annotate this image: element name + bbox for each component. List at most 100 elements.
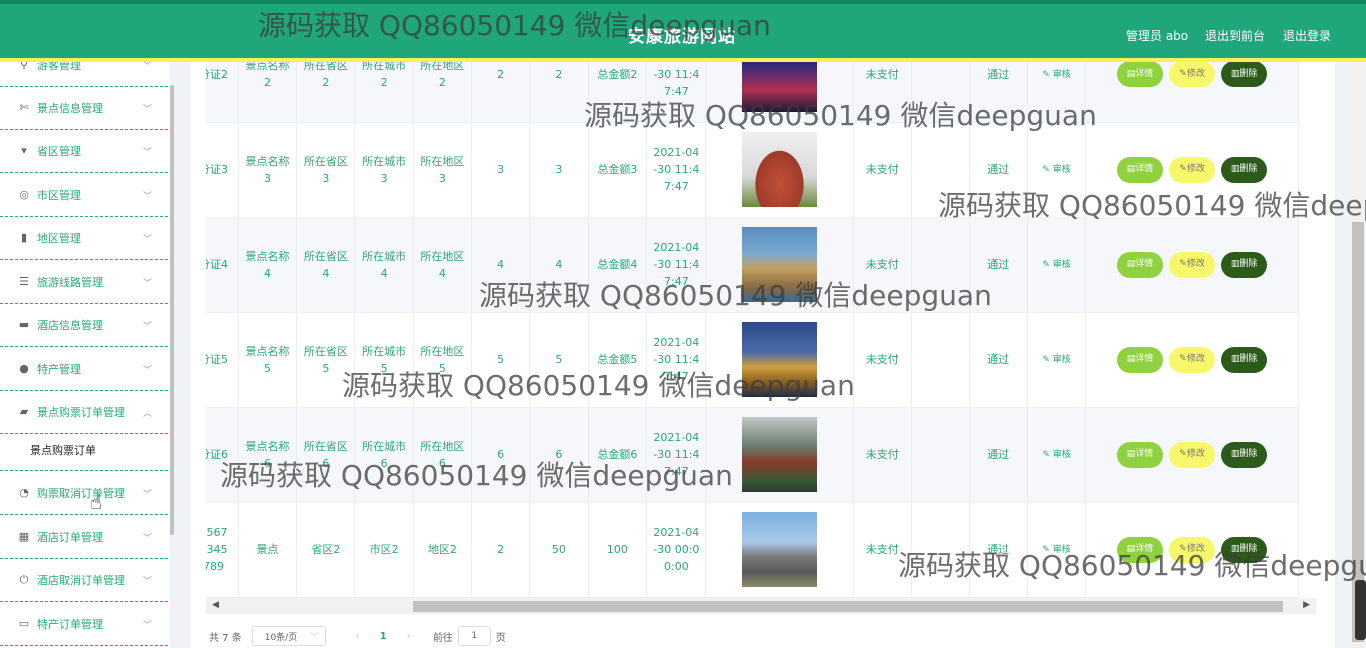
cell-status: 通过 — [969, 217, 1028, 313]
sidebar-item-hotel-info[interactable]: ▬ 酒店信息管理 ﹀ — [0, 304, 168, 347]
cell-area: 所在地区 4 — [413, 217, 473, 313]
prev-page-icon[interactable]: ‹ — [356, 631, 360, 642]
scenic-thumbnail[interactable] — [742, 132, 817, 207]
audit-label: 审核 — [1052, 545, 1071, 555]
ticket-icon: ✄ — [19, 101, 29, 114]
goto-page-input[interactable]: 1 — [457, 626, 491, 646]
table-row: 分证5景点名称 5所在省区 5所在城市 5所在地区 555总金额52021-04… — [206, 312, 1299, 408]
cell-audit: ✎ 审核 — [1027, 407, 1087, 503]
edit-pen-icon: ✎ — [1042, 450, 1053, 460]
audit-button[interactable]: ✎ 审核 — [1042, 70, 1070, 80]
audit-button[interactable]: ✎ 审核 — [1042, 165, 1070, 175]
cell-id: 分证4 — [206, 217, 239, 313]
page-size-select[interactable]: 10条/页 ﹀ — [251, 626, 326, 646]
sidebar-item-specialty-orders[interactable]: ▭ 特产订单管理 ﹀ — [0, 603, 168, 646]
delete-button[interactable]: ▥ 删除 — [1220, 251, 1268, 278]
bar-chart-icon: ▮ — [20, 231, 28, 244]
audit-button[interactable]: ✎ 审核 — [1042, 450, 1070, 460]
edit-button[interactable]: ✎ 修改 — [1169, 441, 1215, 468]
sidebar-item-area[interactable]: ▮ 地区管理 ﹀ — [0, 217, 168, 260]
back-to-front-link[interactable]: 退出到前台 — [1205, 27, 1265, 44]
sidebar-item-city[interactable]: ◎ 市区管理 ﹀ — [0, 174, 168, 217]
cell-b: 50 — [529, 502, 589, 598]
sidebar-item-routes[interactable]: ☰ 旅游线路管理 ﹀ — [0, 261, 168, 304]
cell-blank — [911, 122, 970, 218]
scenic-thumbnail[interactable] — [742, 322, 817, 397]
detail-button[interactable]: ▤ 详情 — [1116, 441, 1164, 468]
user-icon: ⚲ — [19, 62, 29, 71]
sidebar-item-label: 酒店订单管理 — [37, 531, 103, 544]
sidebar-item-tourists[interactable]: ⚲ 游客管理 ﹀ — [0, 62, 168, 87]
chevron-down-icon: ﹀ — [142, 577, 152, 587]
detail-button[interactable]: ▤ 详情 — [1116, 251, 1164, 278]
sidebar-item-scenic[interactable]: ✄ 景点信息管理 ﹀ — [0, 87, 168, 130]
cell-area: 所在地区 6 — [413, 407, 473, 503]
horizontal-scroll-thumb[interactable] — [413, 601, 1283, 612]
detail-button-label: 详情 — [1135, 164, 1154, 174]
edit-button[interactable]: ✎ 修改 — [1169, 156, 1215, 183]
cell-b: 2 — [529, 62, 589, 123]
cell-prov: 所在省区 2 — [296, 62, 356, 123]
sidebar-item-label: 旅游线路管理 — [37, 276, 103, 289]
cell-name: 景点名称 2 — [238, 62, 298, 123]
sidebar-item-hotel-orders[interactable]: ▦ 酒店订单管理 ﹀ — [0, 516, 168, 559]
delete-button[interactable]: ▥ 删除 — [1220, 62, 1268, 88]
audit-label: 审核 — [1052, 165, 1071, 175]
audit-button[interactable]: ✎ 审核 — [1042, 260, 1070, 270]
delete-button[interactable]: ▥ 删除 — [1220, 536, 1268, 563]
edit-button[interactable]: ✎ 修改 — [1169, 536, 1215, 563]
cell-name: 景点名称 3 — [238, 122, 298, 218]
detail-button[interactable]: ▤ 详情 — [1116, 62, 1164, 88]
sidebar-item-ticket-cancel[interactable]: ◔ 购票取消订单管理 ﹀ — [0, 472, 168, 515]
edit-button[interactable]: ✎ 修改 — [1169, 251, 1215, 278]
audit-label: 审核 — [1052, 355, 1071, 365]
scenic-thumbnail[interactable] — [742, 227, 817, 302]
delete-button[interactable]: ▥ 删除 — [1220, 156, 1268, 183]
table-row: 4567 2345 789景点省区2市区2地区22501002021-04 -3… — [206, 502, 1299, 598]
scenic-thumbnail[interactable] — [742, 62, 817, 112]
edit-button[interactable]: ✎ 修改 — [1169, 62, 1215, 88]
audit-button[interactable]: ✎ 审核 — [1042, 545, 1070, 555]
sidebar-scrollbar[interactable] — [170, 85, 174, 535]
page-number[interactable]: 1 — [380, 631, 387, 642]
page-scroll-thumb[interactable] — [1352, 222, 1364, 642]
horizontal-scrollbar[interactable]: ◀ ▶ — [206, 598, 1316, 614]
next-page-icon[interactable]: › — [407, 631, 411, 642]
page-scrollbar[interactable] — [1350, 62, 1366, 648]
cell-image — [705, 312, 854, 408]
admin-label: 管理员 abo — [1126, 29, 1189, 43]
sidebar-item-province[interactable]: ▾ 省区管理 ﹀ — [0, 130, 168, 173]
sidebar-item-label: 特产管理 — [37, 363, 81, 376]
detail-button[interactable]: ▤ 详情 — [1116, 536, 1164, 563]
logout-link[interactable]: 退出登录 — [1283, 27, 1331, 44]
delete-button[interactable]: ▥ 删除 — [1220, 346, 1268, 373]
scenic-thumbnail[interactable] — [742, 417, 817, 492]
cell-actions: ▤ 详情 ✎ 修改 ▥ 删除 — [1085, 122, 1299, 218]
sidebar-item-ticket-orders[interactable]: ▰ 景点购票订单管理 ︿ — [0, 391, 168, 434]
sidebar-subitem-ticket-orders[interactable]: 景点购票订单 — [0, 429, 168, 471]
detail-button[interactable]: ▤ 详情 — [1116, 156, 1164, 183]
delete-button[interactable]: ▥ 删除 — [1220, 441, 1268, 468]
detail-button[interactable]: ▤ 详情 — [1116, 346, 1164, 373]
sidebar-item-specialty[interactable]: ● 特产管理 ﹀ — [0, 348, 168, 391]
cell-b: 5 — [529, 312, 589, 408]
sidebar-item-label: 景点信息管理 — [37, 102, 103, 115]
person-icon: ● — [19, 362, 29, 375]
cell-name: 景点名称 4 — [238, 217, 298, 313]
cell-time: 2021-04 -30 11:4 7:47 — [646, 122, 707, 218]
pen-icon: ✎ — [1179, 449, 1187, 459]
chat-icon: ▭ — [18, 617, 30, 630]
cell-image — [705, 122, 854, 218]
monitor-icon: ▬ — [18, 318, 30, 331]
edit-button[interactable]: ✎ 修改 — [1169, 346, 1215, 373]
compass-icon: ◔ — [19, 486, 29, 499]
scroll-right-icon[interactable]: ▶ — [1303, 600, 1310, 610]
scroll-left-icon[interactable]: ◀ — [212, 600, 219, 610]
scenic-thumbnail[interactable] — [742, 512, 817, 587]
cell-image — [705, 62, 854, 123]
sidebar-item-hotel-cancel[interactable]: ⏻ 酒店取消订单管理 ﹀ — [0, 559, 168, 602]
chevron-up-icon: ︿ — [142, 409, 152, 419]
chevron-down-icon: ﹀ — [142, 105, 152, 115]
pen-icon: ✎ — [1179, 354, 1187, 364]
audit-button[interactable]: ✎ 审核 — [1042, 355, 1070, 365]
